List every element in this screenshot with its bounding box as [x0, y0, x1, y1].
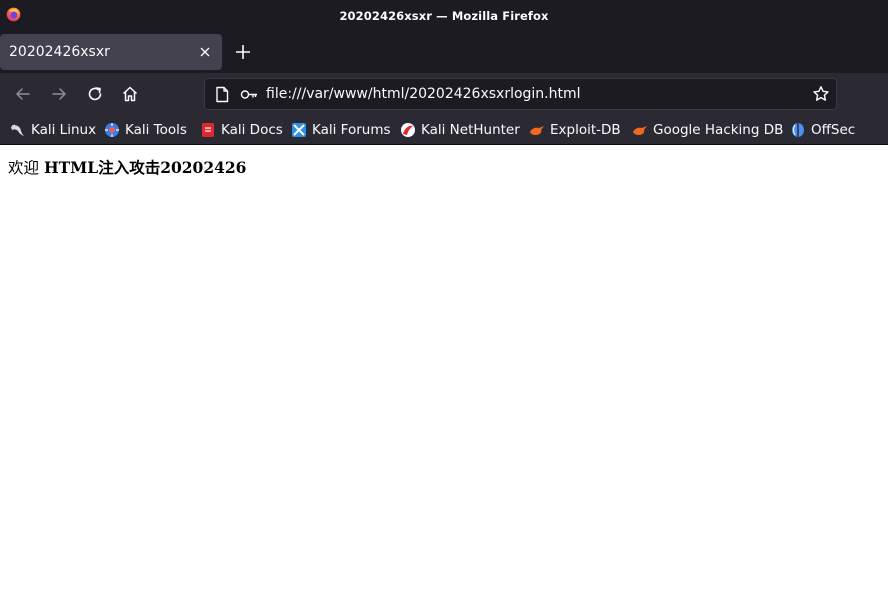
- bookmark-label: Exploit-DB: [550, 122, 621, 138]
- page-content: 欢迎 HTML注入攻击20202426: [0, 146, 888, 606]
- navigation-toolbar: file:///var/www/html/20202426xsxrlogin.h…: [0, 73, 888, 115]
- url-bar[interactable]: file:///var/www/html/20202426xsxrlogin.h…: [204, 78, 837, 110]
- bookmark-kali-forums[interactable]: Kali Forums: [291, 115, 391, 145]
- bookmark-label: Kali NetHunter: [421, 122, 520, 138]
- arrow-right-icon[interactable]: [50, 85, 68, 103]
- offsec-icon: [792, 123, 804, 137]
- welcome-text: 欢迎 HTML注入攻击20202426: [8, 156, 246, 178]
- tab-label: 20202426xsxr: [9, 44, 110, 60]
- kali-tools-icon: [105, 123, 119, 137]
- tab-strip: 20202426xsxr: [0, 31, 888, 73]
- bookmark-label: OffSec: [811, 122, 856, 138]
- bookmarks-toolbar: Kali Linux Kali Tools Kali Docs Kali For…: [0, 115, 888, 145]
- exploit-db-icon: [530, 126, 544, 135]
- bookmark-exploit-db[interactable]: Exploit-DB: [529, 115, 621, 145]
- reload-icon[interactable]: [86, 85, 104, 103]
- kali-dragon-icon: [11, 124, 24, 136]
- window-title-bar: 20202426xsxr — Mozilla Firefox: [0, 0, 888, 31]
- star-icon[interactable]: [812, 85, 830, 103]
- bookmark-offsec[interactable]: OffSec: [790, 115, 855, 145]
- welcome-heading: HTML注入攻击20202426: [43, 158, 247, 177]
- bookmark-kali-linux[interactable]: Kali Linux: [10, 115, 96, 145]
- bookmark-kali-nethunter[interactable]: Kali NetHunter: [400, 115, 520, 145]
- home-icon[interactable]: [121, 85, 139, 103]
- bookmark-label: Kali Docs: [221, 122, 283, 138]
- firefox-logo-icon: [6, 7, 21, 22]
- bookmark-label: Google Hacking DB: [653, 122, 784, 138]
- nethunter-icon: [401, 123, 415, 137]
- tab-active[interactable]: 20202426xsxr: [0, 34, 222, 70]
- bookmark-label: Kali Forums: [312, 122, 391, 138]
- welcome-prefix: 欢迎: [8, 159, 40, 177]
- bookmark-label: Kali Tools: [125, 122, 187, 138]
- bookmark-google-hacking-db[interactable]: Google Hacking DB: [632, 115, 783, 145]
- close-icon[interactable]: [198, 45, 212, 59]
- bookmark-kali-tools[interactable]: Kali Tools: [104, 115, 187, 145]
- arrow-left-icon[interactable]: [14, 85, 32, 103]
- url-text[interactable]: file:///var/www/html/20202426xsxrlogin.h…: [266, 86, 581, 102]
- bookmark-label: Kali Linux: [31, 122, 97, 138]
- kali-forums-icon: [292, 123, 306, 137]
- ghdb-icon: [633, 126, 647, 135]
- kali-docs-icon: [202, 123, 214, 137]
- key-icon[interactable]: [240, 87, 258, 102]
- new-tab-plus-icon[interactable]: [234, 43, 252, 61]
- bookmark-kali-docs[interactable]: Kali Docs: [200, 115, 283, 145]
- page-icon: [216, 86, 229, 103]
- window-title: 20202426xsxr — Mozilla Firefox: [339, 8, 549, 23]
